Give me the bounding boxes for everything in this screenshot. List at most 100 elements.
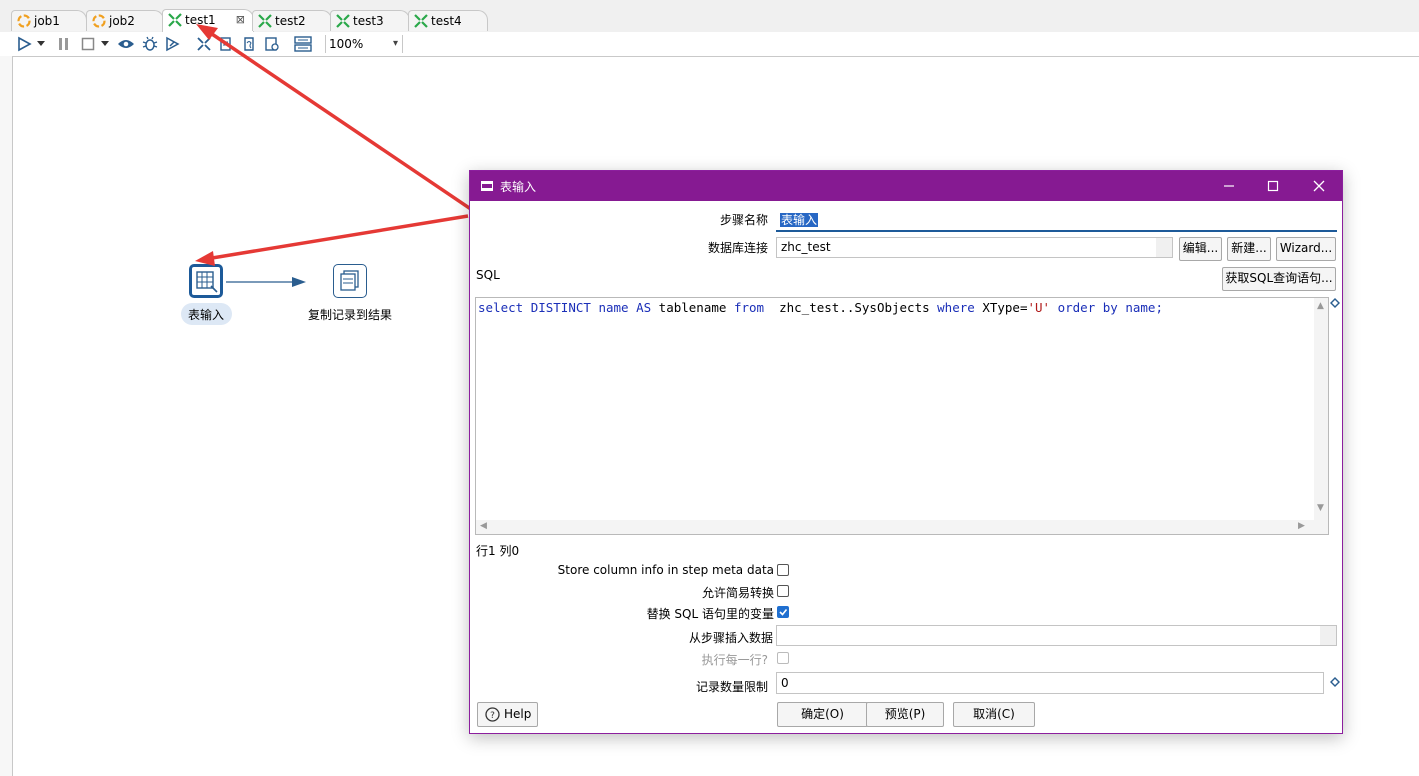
replace-variables-label: 替换 SQL 语句里的变量 [646,607,774,621]
help-icon: ? [485,707,500,722]
help-button[interactable]: ? Help [477,702,538,727]
tab-label: test3 [353,14,384,28]
sql-token: tablename [658,300,727,315]
execute-each-row-checkbox[interactable] [777,652,789,664]
insert-from-step-select[interactable] [776,625,1337,646]
run-options-dropdown-icon[interactable] [36,35,46,53]
transformation-icon [168,13,182,27]
dropdown-button[interactable] [1156,238,1172,257]
pause-icon[interactable] [55,35,73,53]
job-icon [17,14,31,28]
copy-rows-icon [340,270,359,291]
zoom-value: 100% [329,37,364,51]
tab-label: test4 [431,14,462,28]
cancel-button[interactable]: 取消(C) [953,702,1035,727]
impact-analysis-icon[interactable] [217,35,235,53]
replace-variables-checkbox[interactable] [777,606,789,618]
lazy-conversion-checkbox[interactable] [777,585,789,597]
sql-generate-icon[interactable] [240,35,258,53]
db-connection-value: zhc_test [781,240,831,254]
execute-each-row-label: 执行每一行? [701,653,768,667]
tab-test3[interactable]: test3 [330,10,410,31]
tab-test4[interactable]: test4 [408,10,488,31]
sql-editor[interactable]: select DISTINCT name AS tablename from z… [475,297,1329,535]
editor-tab-bar: job1 job2 test1 ⊠ test2 test3 test4 [0,0,1419,33]
lazy-conversion-label: 允许简易转换 [701,586,774,600]
sql-label: SQL [476,268,500,282]
variable-diamond-icon [1330,298,1340,308]
replay-icon[interactable] [163,35,181,53]
sql-token: where [937,300,975,315]
limit-size-label: 记录数量限制 [695,680,768,694]
step-name-value: 表输入 [780,213,819,227]
tab-test1[interactable]: test1 ⊠ [162,9,254,32]
sql-token: order [1057,300,1096,315]
left-panel-edge [0,56,13,776]
preview-eye-icon[interactable] [117,35,135,53]
sql-token: name; [1125,300,1163,315]
stop-icon[interactable] [79,35,97,53]
insert-from-step-label: 从步骤插入数据 [688,631,773,645]
ok-button[interactable]: 确定(O) [777,702,868,727]
chevron-down-icon: ▾ [392,38,398,49]
get-sql-button[interactable]: 获取SQL查询语句... [1222,267,1336,291]
transformation-icon [414,14,428,28]
show-results-icon[interactable] [294,35,312,53]
tab-label: job1 [34,14,60,28]
scroll-right-icon[interactable]: ▶ [1298,521,1305,531]
stop-options-dropdown-icon[interactable] [100,35,110,53]
new-connection-button[interactable]: 新建... [1227,237,1271,261]
step-copy-rows-to-result[interactable] [333,264,367,298]
dialog-title-bar[interactable]: 表输入 [470,171,1342,201]
sql-token: name [598,300,629,315]
zoom-select[interactable]: 100% ▾ [325,35,403,53]
limit-size-field[interactable]: 0 [776,672,1324,694]
edit-connection-button[interactable]: 编辑... [1179,237,1222,261]
table-input-dialog: 表输入 步骤名称 表输入 数据库连接 zhc_test 编辑... 新建... … [469,170,1343,734]
vertical-scrollbar[interactable]: ▲ ▼ [1314,298,1328,534]
verify-icon[interactable] [195,35,213,53]
sql-token: DISTINCT [530,300,591,315]
sql-token: AS [636,300,652,315]
table-input-icon [196,271,218,293]
tab-test2[interactable]: test2 [252,10,332,31]
cursor-position: 行1 列0 [476,544,520,558]
debug-bug-icon[interactable] [141,35,159,53]
tab-label: test1 [185,13,216,27]
run-icon[interactable] [15,35,33,53]
help-label: Help [504,707,532,721]
dropdown-button[interactable] [1320,626,1336,645]
step-table-input[interactable] [189,264,223,298]
preview-button[interactable]: 预览(P) [866,702,944,727]
close-icon[interactable] [1310,177,1328,195]
tab-job2[interactable]: job2 [86,10,164,31]
svg-text:?: ? [490,711,495,721]
hop-arrow[interactable] [220,270,345,294]
sql-token: select [478,300,524,315]
limit-size-value: 0 [781,676,789,690]
step-name-field[interactable]: 表输入 [776,210,1337,232]
store-column-info-label: Store column info in step meta data [557,563,774,577]
maximize-icon[interactable] [1264,177,1282,195]
sql-text[interactable]: select DISTINCT name AS tablename from z… [478,300,1163,315]
sql-token: XType= [982,300,1028,315]
db-connection-select[interactable]: zhc_test [776,237,1173,258]
scroll-down-icon[interactable]: ▼ [1317,503,1324,513]
sql-token: zhc_test..SysObjects [779,300,930,315]
scroll-left-icon[interactable]: ◀ [480,521,487,531]
close-tab-icon[interactable]: ⊠ [236,10,245,30]
store-column-info-checkbox[interactable] [777,564,789,576]
tab-job1[interactable]: job1 [11,10,87,31]
wizard-button[interactable]: Wizard... [1276,237,1336,261]
db-connection-label: 数据库连接 [707,241,768,255]
horizontal-scrollbar[interactable]: ◀ ▶ [476,520,1328,534]
dialog-title: 表输入 [500,180,537,194]
transformation-icon [336,14,350,28]
sql-token: from [733,300,765,315]
database-explore-icon[interactable] [263,35,281,53]
minimize-icon[interactable] [1220,177,1238,195]
scroll-up-icon[interactable]: ▲ [1317,301,1324,311]
sql-token: 'U' [1027,300,1051,315]
sql-token: by [1102,300,1118,315]
transformation-icon [258,14,272,28]
